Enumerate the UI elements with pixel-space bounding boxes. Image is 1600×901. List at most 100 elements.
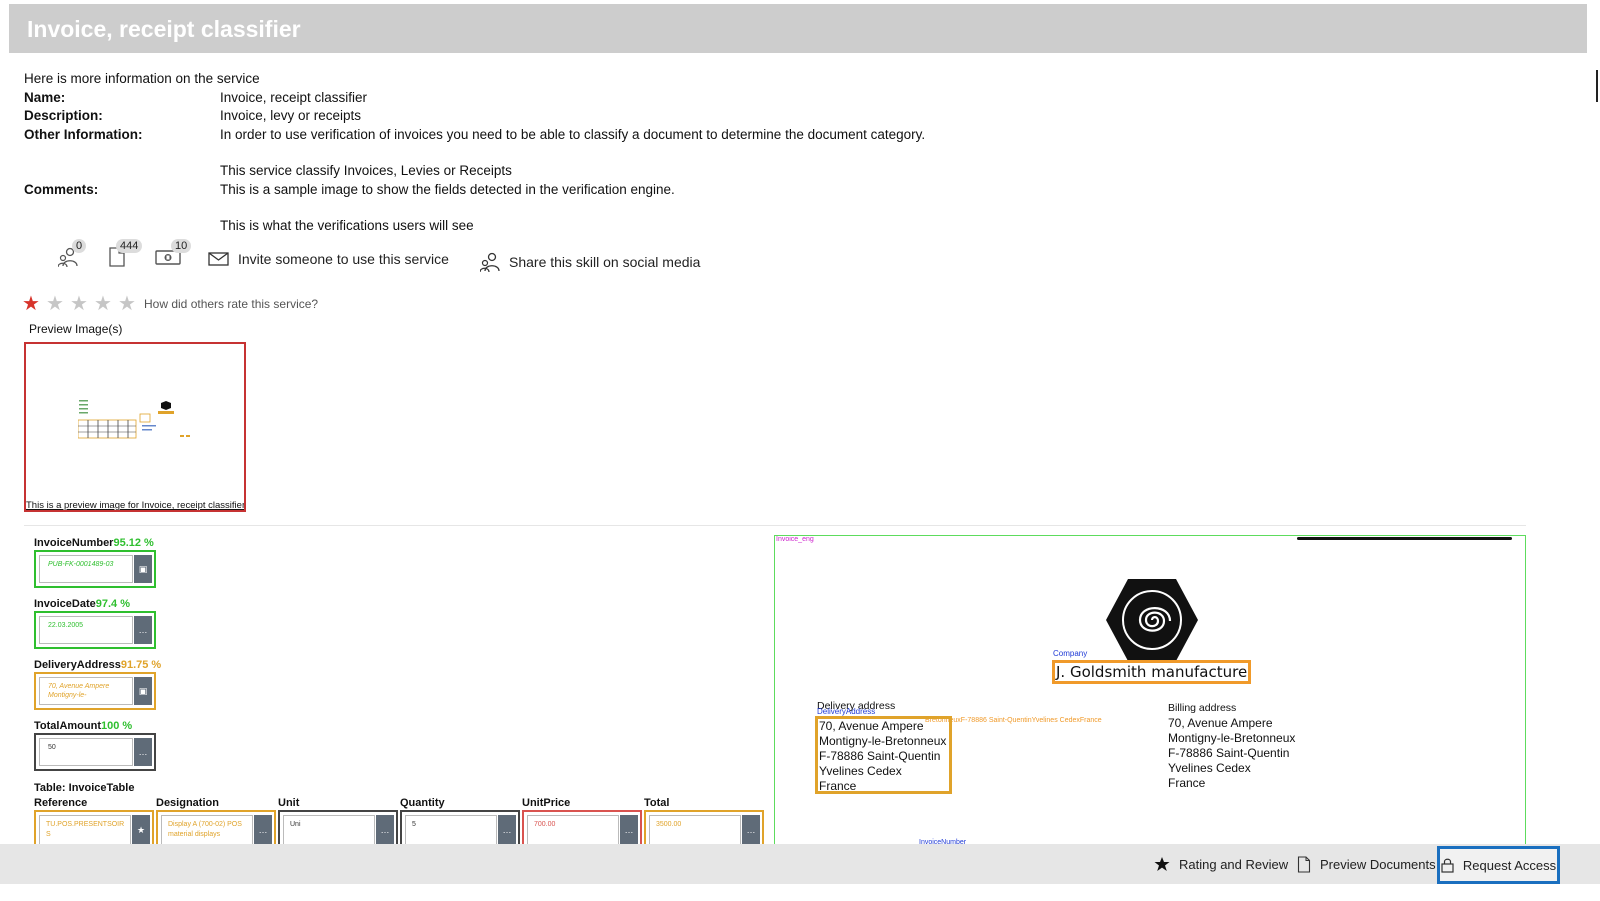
stats-row: 0 444 10 Invite someone to use this serv… bbox=[58, 238, 858, 278]
info-intro: Here is more information on the service bbox=[24, 71, 260, 86]
request-access-label: Request Access bbox=[1462, 857, 1557, 873]
field-label: DeliveryAddress91.75 % bbox=[34, 659, 162, 671]
other-information-value: In order to use verification of invoices… bbox=[220, 126, 926, 142]
name-label: Name: bbox=[24, 89, 66, 105]
address-line: 70, Avenue Ampere bbox=[819, 719, 924, 733]
preview-caption: This is a preview image for Invoice, rec… bbox=[26, 500, 246, 511]
invoice-number-input[interactable]: PUB-FK-0001489-03 bbox=[39, 555, 133, 583]
delivery-address-button[interactable]: ▣ bbox=[134, 677, 152, 705]
users-count-badge: 0 bbox=[72, 239, 87, 253]
reference-button[interactable]: ★ bbox=[132, 815, 150, 845]
unit-price-input[interactable]: 700.00 bbox=[527, 815, 619, 845]
address-line: F-78886 Saint-Quentin bbox=[819, 749, 941, 763]
section-divider bbox=[24, 525, 1526, 526]
delivery-address-highlight: 70, Avenue Ampere Montigny-le-Bretonneux… bbox=[815, 716, 952, 794]
preview-documents-button[interactable]: Preview Documents bbox=[1297, 844, 1436, 884]
request-access-button[interactable]: Request Access bbox=[1437, 846, 1560, 884]
rating-and-review-label: Rating and Review bbox=[1179, 856, 1289, 872]
reference-input[interactable]: TU.POS.PRESENTSOIR S bbox=[39, 815, 131, 845]
field-total-amount: TotalAmount100 % 50 … bbox=[34, 720, 156, 771]
address-line: Yvelines Cedex bbox=[819, 764, 902, 778]
quantity-button[interactable]: … bbox=[498, 815, 516, 845]
mail-icon bbox=[208, 252, 229, 266]
address-line: France bbox=[1168, 776, 1206, 790]
company-name-highlight: J. Goldsmith manufacture bbox=[1052, 660, 1252, 684]
field-invoice-number: InvoiceNumber95.12 % PUB-FK-0001489-03 ▣ bbox=[34, 537, 156, 588]
unit-price-button[interactable]: … bbox=[620, 815, 638, 845]
description-value: Invoice, levy or receipts bbox=[220, 108, 362, 123]
table-cell: TU.POS.PRESENTSOIR S ★ bbox=[34, 810, 154, 846]
field-box: PUB-FK-0001489-03 ▣ bbox=[34, 550, 156, 588]
preview-documents-label: Preview Documents bbox=[1320, 856, 1436, 872]
app-root: Invoice, receipt classifier Here is more… bbox=[0, 0, 1600, 901]
confidence-value: 91.75 % bbox=[120, 659, 162, 671]
address-line: Montigny-le-Bretonneux bbox=[1168, 731, 1296, 745]
table-cell: 700.00 … bbox=[522, 810, 642, 846]
unit-button[interactable]: … bbox=[376, 815, 394, 845]
preview-image-card[interactable]: This is a preview image for Invoice, rec… bbox=[24, 342, 246, 512]
invite-link[interactable]: Invite someone to use this service bbox=[208, 251, 449, 267]
preview-thumbnail bbox=[78, 399, 196, 441]
column-header: UnitPrice bbox=[522, 797, 571, 809]
billing-address-heading: Billing address bbox=[1168, 702, 1237, 714]
scrollbar-thumb[interactable] bbox=[1596, 70, 1598, 102]
column-header: Total bbox=[644, 797, 670, 809]
name-value: Invoice, receipt classifier bbox=[220, 89, 368, 105]
total-amount-input[interactable]: 50 bbox=[39, 738, 133, 766]
users-stat: 0 bbox=[58, 238, 98, 274]
document-icon bbox=[1297, 855, 1311, 873]
document-viewer: Invoice_eng Company J. Goldsmith manufac… bbox=[774, 535, 1526, 855]
invoice-date-input[interactable]: 22.03.2005 bbox=[39, 616, 133, 644]
field-invoice-date: InvoiceDate97.4 % 22.03.2005 … bbox=[34, 598, 156, 649]
field-delivery-address: DeliveryAddress91.75 % 70, Avenue Ampere… bbox=[34, 659, 162, 710]
rating-and-review-button[interactable]: Rating and Review bbox=[1154, 844, 1288, 884]
total-amount-button[interactable]: … bbox=[134, 738, 152, 766]
document-type-tag: Invoice_eng bbox=[776, 536, 814, 543]
lock-icon bbox=[1441, 858, 1454, 873]
designation-input[interactable]: Display A (700-02) POS material displays bbox=[161, 815, 253, 845]
star-icon bbox=[1154, 857, 1170, 871]
address-line: France bbox=[819, 779, 857, 793]
confidence-value: 95.12 % bbox=[113, 537, 154, 549]
description-label: Description: bbox=[24, 108, 103, 123]
table-cell: Uni … bbox=[278, 810, 398, 846]
invoice-number-button[interactable]: ▣ bbox=[134, 555, 152, 583]
rating-star-5[interactable]: ★ bbox=[118, 294, 142, 314]
invoice-date-button[interactable]: … bbox=[134, 616, 152, 644]
share-link[interactable]: Share this skill on social media bbox=[480, 251, 700, 273]
unit-input[interactable]: Uni bbox=[283, 815, 375, 845]
rating-star-4[interactable]: ★ bbox=[94, 294, 118, 314]
column-header: Reference bbox=[34, 797, 88, 809]
address-line: Yvelines Cedex bbox=[1168, 761, 1251, 775]
field-label: TotalAmount100 % bbox=[34, 720, 133, 732]
page-title: Invoice, receipt classifier bbox=[27, 16, 301, 42]
confidence-value: 97.4 % bbox=[95, 598, 130, 610]
bottom-command-bar: Rating and Review Preview Documents Requ… bbox=[0, 844, 1600, 884]
documents-count-badge: 444 bbox=[116, 239, 143, 253]
rating-star-2[interactable]: ★ bbox=[46, 294, 70, 314]
column-header: Unit bbox=[278, 797, 300, 809]
comments-label: Comments: bbox=[24, 181, 99, 197]
field-box: 22.03.2005 … bbox=[34, 611, 156, 649]
cost-stat: 10 bbox=[155, 238, 195, 274]
column-header: Quantity bbox=[400, 797, 445, 809]
rating-star-3[interactable]: ★ bbox=[70, 294, 94, 314]
designation-button[interactable]: … bbox=[254, 815, 272, 845]
rating-star-1[interactable]: ★ bbox=[22, 294, 46, 314]
share-link-label: Share this skill on social media bbox=[509, 254, 701, 270]
field-box: 70, Avenue Ampere Montigny-le- ▣ bbox=[34, 672, 156, 710]
delivery-address-input[interactable]: 70, Avenue Ampere Montigny-le- bbox=[39, 677, 133, 705]
rating-question: How did others rate this service? bbox=[144, 297, 319, 311]
document-top-stroke bbox=[1297, 537, 1512, 540]
table-cell: 5 … bbox=[400, 810, 520, 846]
preview-images-label: Preview Image(s) bbox=[29, 322, 123, 336]
quantity-input[interactable]: 5 bbox=[405, 815, 497, 845]
address-line: Montigny-le-Bretonneux bbox=[819, 734, 947, 748]
delivery-address-tag: DeliveryAddress bbox=[817, 707, 876, 716]
company-logo bbox=[1106, 579, 1198, 661]
total-input[interactable]: 3500.00 bbox=[649, 815, 741, 845]
other-information-label: Other Information: bbox=[24, 126, 143, 142]
comments-value: This is a sample image to show the field… bbox=[220, 181, 675, 197]
confidence-value: 100 % bbox=[101, 720, 133, 732]
total-button[interactable]: … bbox=[742, 815, 760, 845]
